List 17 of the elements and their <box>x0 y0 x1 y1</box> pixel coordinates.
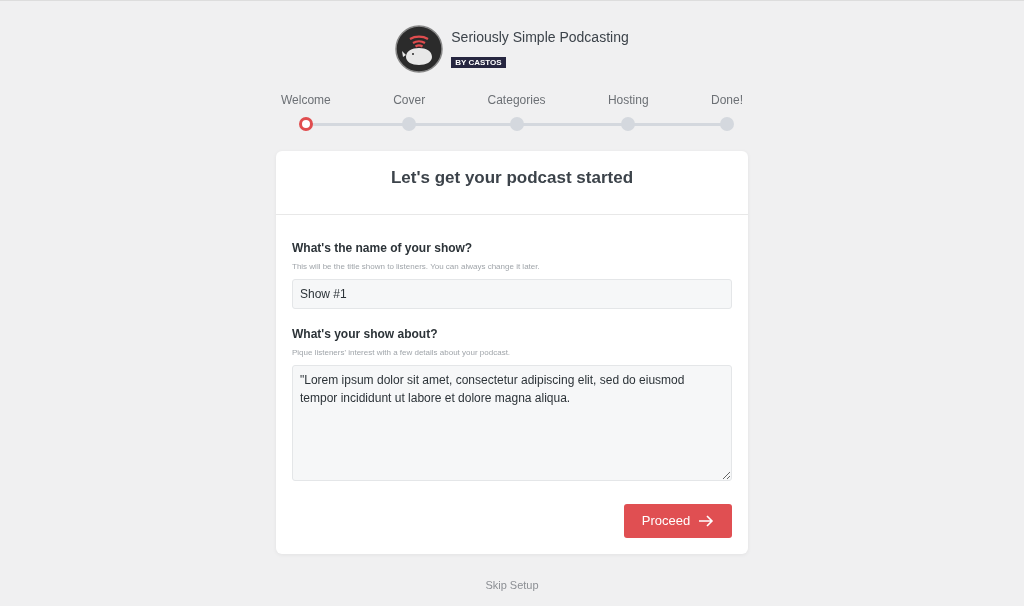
step-label: Cover <box>393 92 426 109</box>
logo-icon <box>395 25 444 73</box>
brand-tag: BY CASTOS <box>451 56 506 69</box>
brand-name: Seriously Simple Podcasting <box>451 27 629 47</box>
proceed-button[interactable]: Proceed <box>624 504 732 538</box>
show-name-field[interactable]: Show #1 <box>292 279 732 309</box>
step-label: Hosting <box>607 92 649 109</box>
field-hint: This will be the title shown to listeners. You can always change it later. <box>292 261 541 273</box>
field-label: What's the name of your show? <box>292 240 474 257</box>
field-label: What's your show about? <box>292 326 439 343</box>
step-label: Categories <box>487 92 546 109</box>
field-hint: Pique listeners' interest with a few details about your podcast. <box>292 347 512 359</box>
card-title: Let's get your podcast started <box>389 167 635 189</box>
arrow-icon <box>698 515 715 527</box>
step-label: Welcome <box>281 92 331 109</box>
step-label: Done! <box>710 92 743 109</box>
description-field[interactable]: "Lorem ipsum dolor sit amet, consectetur adipiscing elit, sed do eiusmod tempor incididunt ut labore et dolore magna aliqua. <box>292 365 732 481</box>
